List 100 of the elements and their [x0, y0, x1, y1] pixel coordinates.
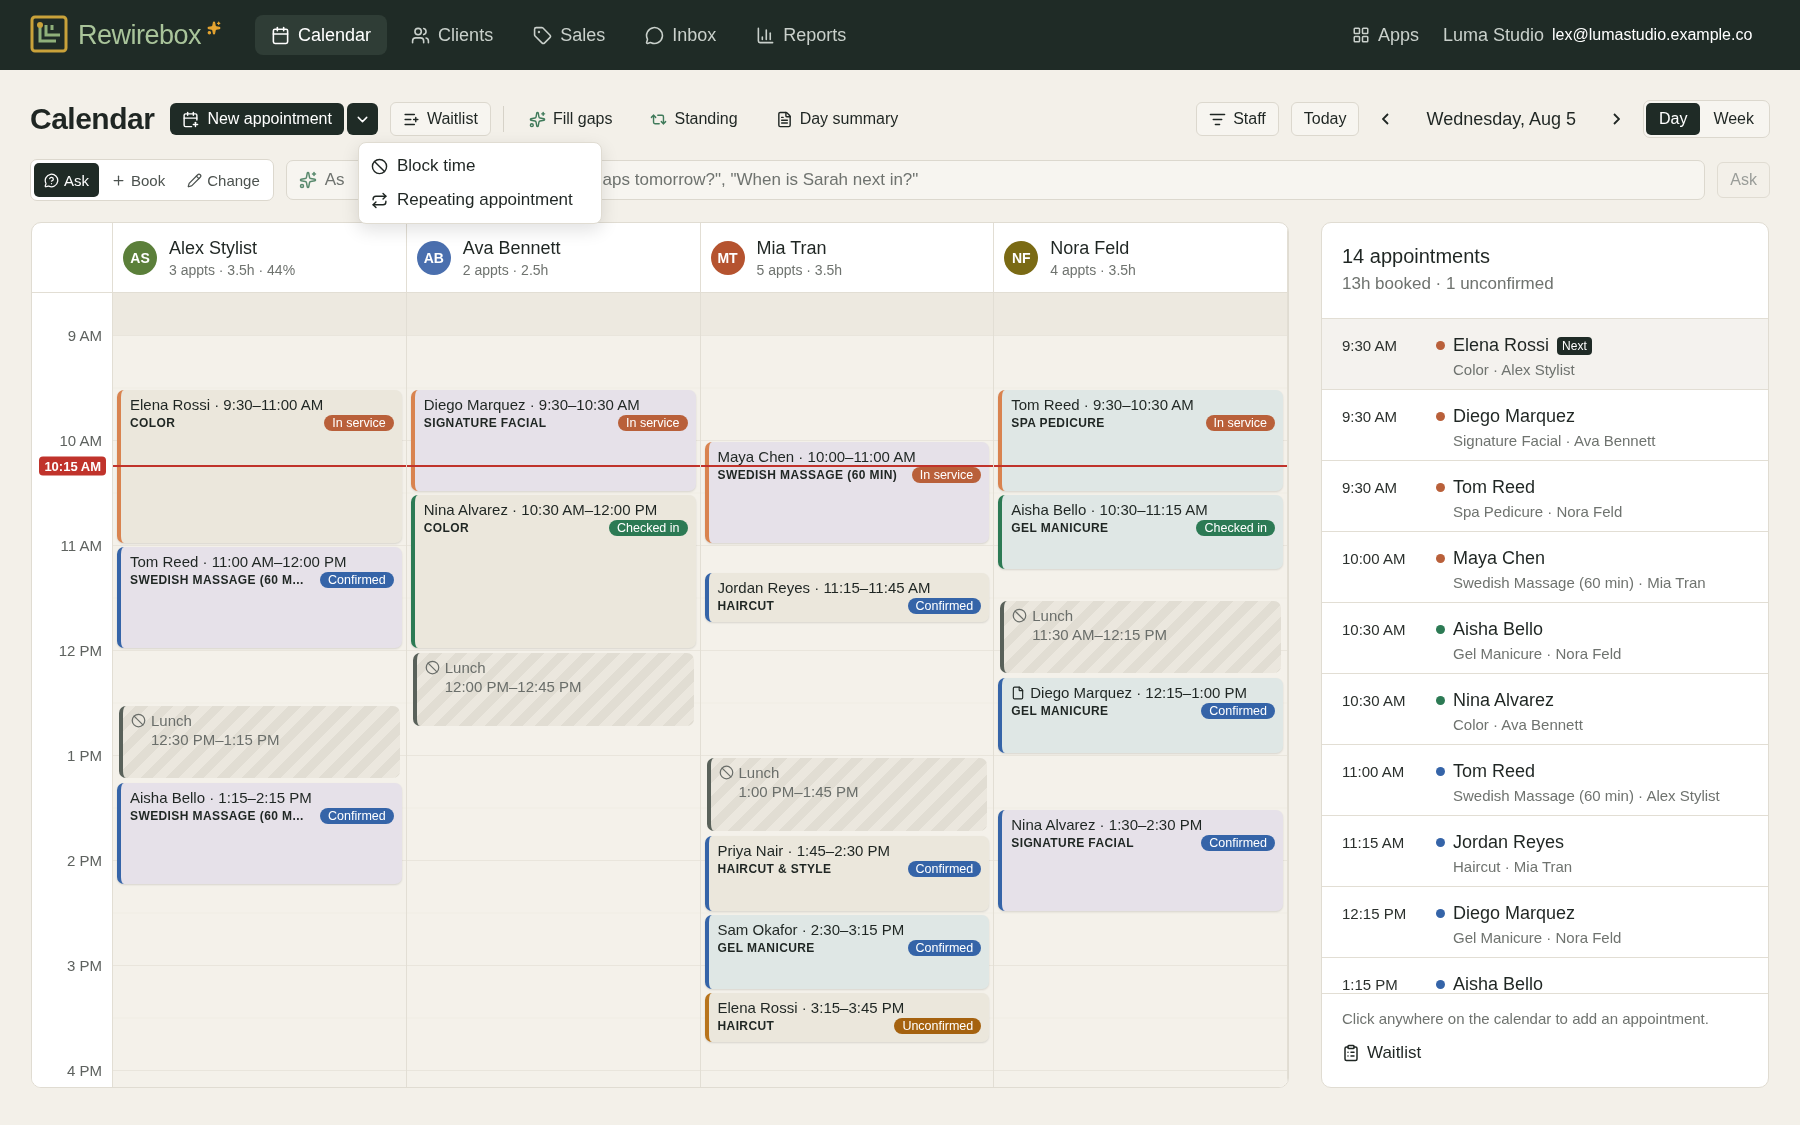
- staff-name: Mia Tran: [756, 237, 828, 259]
- mode-tab[interactable]: Change: [177, 163, 270, 197]
- staff-filter-button[interactable]: Staff: [1196, 102, 1279, 136]
- status-badge: In service: [1205, 414, 1275, 431]
- block-label: Lunch: [738, 764, 780, 782]
- row-time: 11:15 AM: [1342, 833, 1406, 853]
- appointment-card[interactable]: Diego Marquez · 12:15–1:00 PM GEL MANICURE Confirmed: [998, 678, 1283, 754]
- row-time: 9:30 AM: [1342, 336, 1399, 356]
- nav-tab[interactable]: Calendar: [255, 15, 388, 55]
- appointment-card[interactable]: Aisha Bello · 10:30–11:15 AM GEL MANICURE Checked in: [998, 494, 1283, 570]
- blocked-time[interactable]: Lunch 12:00 PM–12:45 PM: [412, 653, 694, 726]
- nav-tab[interactable]: Sales: [517, 15, 622, 55]
- new-appointment-button[interactable]: New appointment: [170, 103, 344, 135]
- waitlist-link[interactable]: Waitlist: [1342, 1043, 1422, 1063]
- nav-tab[interactable]: Clients: [395, 15, 510, 55]
- service-name: HAIRCUT: [717, 1019, 775, 1034]
- appointment-card[interactable]: Aisha Bello · 1:15–2:15 PM SWEDISH MASSAGE (60 M... Confirmed: [117, 783, 402, 885]
- mode-tab[interactable]: Book: [101, 163, 176, 197]
- client-name: Tom Reed: [1453, 761, 1536, 782]
- placeholder-text: aps tomorrow?", "When is Sarah next in?": [602, 170, 919, 190]
- hour-label: 3 PM: [67, 956, 102, 974]
- hour-label: 4 PM: [67, 1061, 102, 1079]
- appointment-title: Elena Rossi · 3:15–3:45 PM: [717, 999, 905, 1017]
- row-time: 10:30 AM: [1342, 620, 1407, 640]
- nav-icon: [756, 25, 776, 45]
- row-detail: Gel Manicure · Nora Feld: [1453, 645, 1622, 662]
- row-time: 10:00 AM: [1342, 549, 1407, 569]
- status-badge: Checked in: [1196, 519, 1275, 536]
- mode-icon: [111, 172, 126, 188]
- appointment-row[interactable]: 9:30 AM Elena Rossi Next Color · Alex Stylist: [1322, 319, 1768, 390]
- appointment-card[interactable]: Elena Rossi · 3:15–3:45 PM HAIRCUT Unconfirmed: [704, 993, 990, 1042]
- appointment-card[interactable]: Jordan Reyes · 11:15–11:45 AM HAIRCUT Confirmed: [704, 573, 990, 622]
- today-button[interactable]: Today: [1290, 102, 1360, 136]
- blocked-icon: [131, 712, 146, 728]
- appointment-title: Elena Rossi · 9:30–11:00 AM: [130, 395, 324, 413]
- sparkles-icon: [298, 171, 317, 189]
- row-time: 9:30 AM: [1342, 407, 1399, 427]
- service-name: SPA PEDICURE: [1011, 415, 1105, 430]
- staff-summary: 3 appts · 3.5h · 44%: [169, 261, 296, 278]
- appointment-title: Priya Nair · 1:45–2:30 PM: [717, 841, 891, 859]
- row-detail: Gel Manicure · Nora Feld: [1453, 929, 1622, 946]
- view-tab[interactable]: Week: [1700, 103, 1767, 135]
- hour-label: 12 PM: [58, 641, 102, 659]
- standing-button[interactable]: Standing: [637, 102, 751, 136]
- status-badge: Confirmed: [907, 860, 982, 877]
- row-time: 11:00 AM: [1342, 762, 1406, 782]
- appointment-title: Nina Alvarez · 10:30 AM–12:00 PM: [423, 500, 658, 518]
- appointment-card[interactable]: Maya Chen · 10:00–11:00 AM SWEDISH MASSAGE (60 MIN) In service: [704, 442, 990, 544]
- blocked-time[interactable]: Lunch 1:00 PM–1:45 PM: [706, 758, 988, 831]
- view-tab[interactable]: Day: [1645, 103, 1701, 135]
- sparkles-icon: [528, 110, 546, 128]
- blocked-time[interactable]: Lunch 12:30 PM–1:15 PM: [119, 705, 400, 779]
- nav-tab[interactable]: Inbox: [629, 15, 733, 55]
- appointment-card[interactable]: Tom Reed · 9:30–10:30 AM SPA PEDICURE In service: [998, 389, 1283, 491]
- waitlist-button[interactable]: Waitlist: [389, 102, 491, 136]
- service-name: SWEDISH MASSAGE (60 MIN): [717, 468, 898, 483]
- fill-gaps-button[interactable]: Fill gaps: [515, 102, 626, 136]
- appointment-title: Jordan Reyes · 11:15–11:45 AM: [717, 579, 931, 597]
- appointment-card[interactable]: Tom Reed · 11:00 AM–12:00 PM SWEDISH MASSAGE (60 M... Confirmed: [117, 547, 402, 649]
- service-name: SWEDISH MASSAGE (60 M...: [130, 809, 304, 824]
- appointment-card[interactable]: Elena Rossi · 9:30–11:00 AM COLOR In service: [117, 389, 402, 544]
- appointment-card[interactable]: Sam Okafor · 2:30–3:15 PM GEL MANICURE Confirmed: [704, 914, 990, 990]
- appointment-card[interactable]: Nina Alvarez · 10:30 AM–12:00 PM COLOR Checked in: [410, 494, 696, 649]
- staff-name: Nora Feld: [1050, 237, 1131, 259]
- staff-avatar: MT: [710, 240, 745, 275]
- client-name: Aisha Bello: [1453, 619, 1544, 640]
- day-summary-button[interactable]: Day summary: [762, 102, 912, 136]
- chevron-left-icon: [1382, 113, 1390, 125]
- nav-tab[interactable]: Reports: [740, 15, 863, 55]
- row-time: 1:15 PM: [1342, 975, 1399, 993]
- blocked-time[interactable]: Lunch 11:30 AM–12:15 PM: [1000, 600, 1281, 674]
- status-badge: Confirmed: [907, 939, 982, 956]
- service-name: SIGNATURE FACIAL: [423, 415, 547, 430]
- appointment-card[interactable]: Priya Nair · 1:45–2:30 PM HAIRCUT & STYLE Confirmed: [704, 835, 990, 911]
- placeholder-text: As: [324, 170, 345, 190]
- client-name: Diego Marquez: [1453, 903, 1576, 924]
- mode-tab[interactable]: Ask: [34, 163, 99, 197]
- panel-title: 14 appointments: [1342, 245, 1491, 268]
- current-time-badge: 10:15 AM: [39, 456, 106, 476]
- appointment-card[interactable]: Diego Marquez · 9:30–10:30 AM SIGNATURE FACIAL In service: [410, 389, 696, 491]
- status-badge: Confirmed: [320, 808, 394, 825]
- mode-icon: [44, 172, 59, 188]
- staff-name: Ava Bennett: [462, 237, 561, 259]
- appointment-title: Tom Reed · 11:00 AM–12:00 PM: [130, 553, 347, 571]
- hint-text: Click anywhere on the calendar to add an appointment.: [1342, 1010, 1710, 1027]
- client-name: Maya Chen: [1453, 548, 1546, 569]
- row-time: 9:30 AM: [1342, 478, 1399, 498]
- blocked-icon: [1012, 607, 1028, 623]
- block-time: 1:00 PM–1:45 PM: [738, 783, 860, 801]
- staff-avatar: AS: [123, 240, 157, 275]
- hour-label: 11 AM: [60, 536, 102, 554]
- apps-button[interactable]: Apps: [1335, 15, 1435, 55]
- row-time: 10:30 AM: [1342, 691, 1407, 711]
- dropdown-toggle[interactable]: [346, 103, 378, 135]
- mode-icon: [187, 172, 203, 188]
- status-badge: In service: [618, 414, 688, 431]
- appointment-card[interactable]: Nina Alvarez · 1:30–2:30 PM SIGNATURE FACIAL Confirmed: [998, 809, 1283, 911]
- status-badge: Confirmed: [907, 598, 982, 615]
- service-name: SWEDISH MASSAGE (60 M...: [130, 573, 304, 588]
- client-name: Tom Reed: [1453, 477, 1536, 498]
